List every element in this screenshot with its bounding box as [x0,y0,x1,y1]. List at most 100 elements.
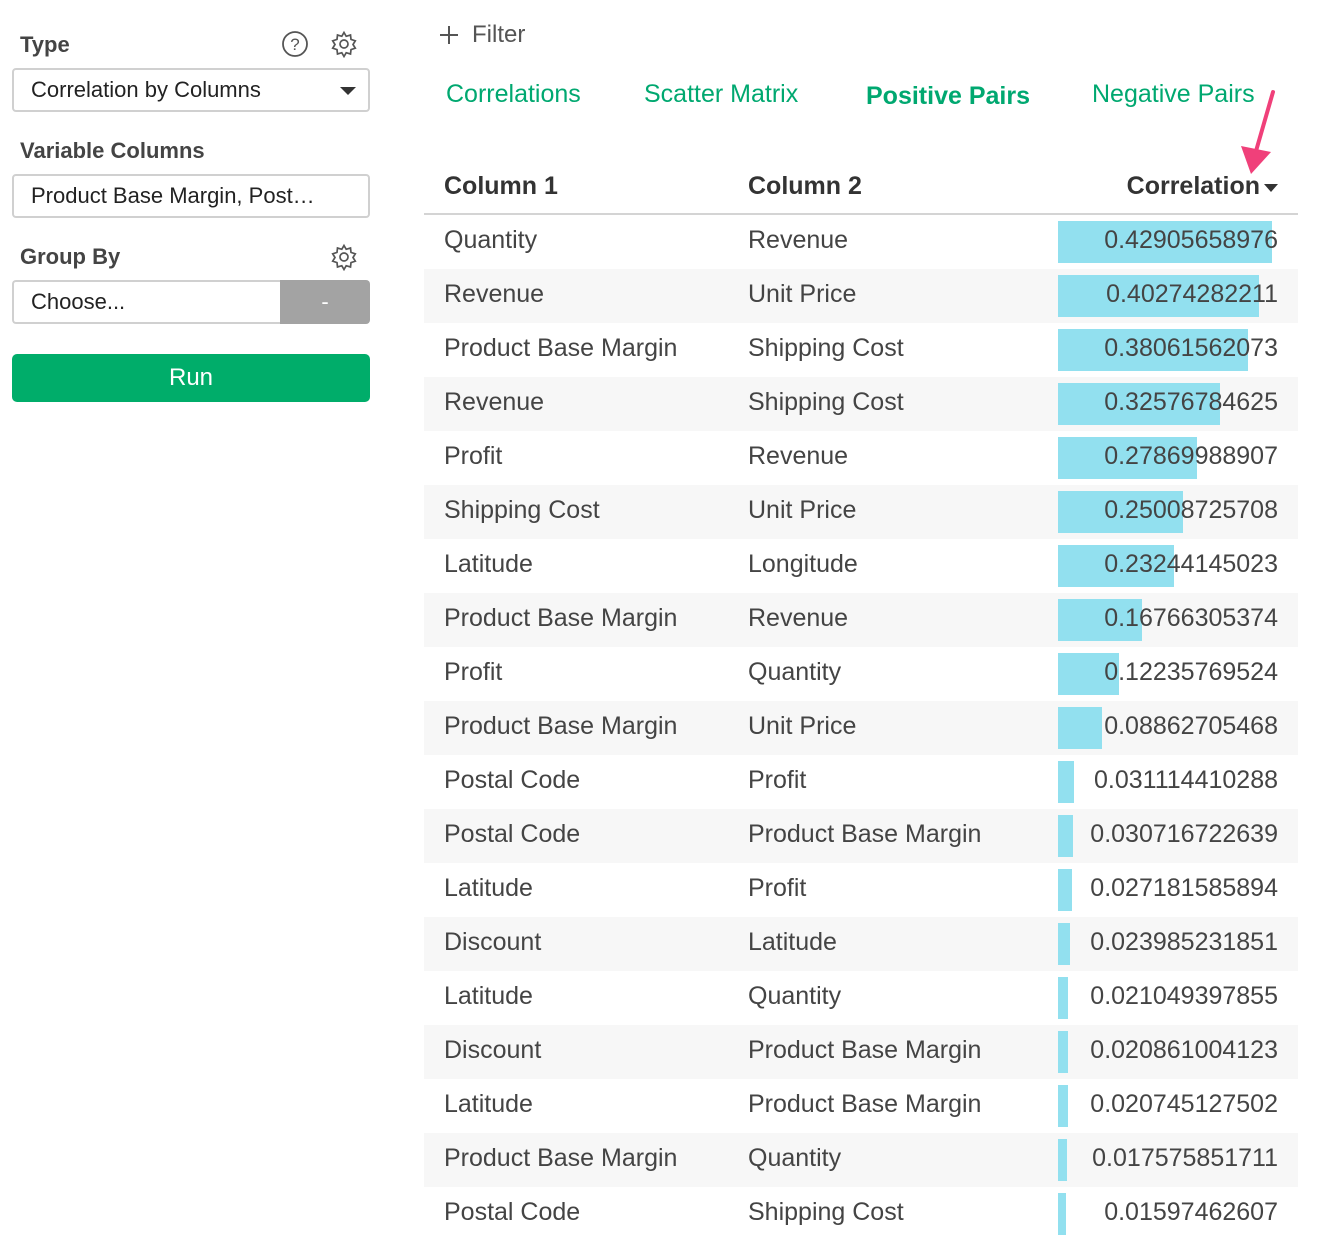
cell-column-2: Quantity [748,982,842,1010]
cell-column-2: Product Base Margin [748,1036,982,1064]
correlation-bar [1058,761,1074,803]
header-column-1[interactable]: Column 1 [444,172,558,201]
cell-column-2: Revenue [748,604,849,632]
cell-correlation: 0.020861004123 [1090,1036,1278,1064]
table-row: Product Base Margin Unit Price 0.088627054… [424,701,1298,755]
table-body: Quantity Revenue 0.42905658976 Revenue Unit … [424,215,1298,1241]
table-row: Postal Code Profit 0.031114410288 [424,755,1298,809]
correlation-bar [1058,1139,1067,1181]
cell-correlation: 0.32576784625 [1104,388,1278,416]
cell-column-1: Latitude [444,550,533,578]
cell-column-2: Profit [748,874,807,902]
cell-correlation: 0.020745127502 [1090,1090,1278,1118]
cell-column-1: Discount [444,928,542,956]
cell-column-2: Unit Price [748,712,857,740]
cell-correlation: 0.08862705468 [1104,712,1278,740]
cell-correlation: 0.40274282211 [1106,280,1278,308]
tab-bar: Correlations Scatter Matrix Positive Pai… [424,80,1298,124]
svg-text:?: ? [290,35,299,54]
variable-columns-field[interactable]: Product Base Margin, Post… [12,174,370,218]
type-label: Type [20,32,70,57]
run-button[interactable]: Run [12,354,370,402]
tab-correlations[interactable]: Correlations [446,80,581,109]
cell-column-1: Latitude [444,982,533,1010]
sort-desc-icon [1264,183,1278,192]
filter-button[interactable]: Filter [438,18,525,52]
cell-correlation: 0.031114410288 [1094,766,1278,794]
plus-icon [440,26,458,44]
header-column-2[interactable]: Column 2 [748,172,862,201]
cell-column-1: Revenue [444,280,545,308]
filter-label: Filter [472,21,526,48]
gear-icon[interactable] [330,30,358,58]
cell-column-1: Postal Code [444,1198,581,1226]
cell-column-2: Revenue [748,226,849,254]
cell-correlation: 0.23244145023 [1104,550,1278,578]
cell-column-2: Shipping Cost [748,388,904,416]
table-row: Revenue Shipping Cost 0.32576784625 [424,377,1298,431]
group-by-label: Group By [20,244,121,269]
variable-columns-value: Product Base Margin, Post… [31,183,315,208]
cell-column-1: Postal Code [444,766,581,794]
table-row: Discount Latitude 0.023985231851 [424,917,1298,971]
correlation-bar [1058,1085,1068,1127]
table-row: Quantity Revenue 0.42905658976 [424,215,1298,269]
cell-correlation: 0.27869988907 [1104,442,1278,470]
cell-column-1: Latitude [444,874,533,902]
cell-correlation: 0.25008725708 [1104,496,1278,524]
table-row: Latitude Quantity 0.021049397855 [424,971,1298,1025]
cell-column-1: Product Base Margin [444,334,678,362]
table-row: Product Base Margin Shipping Cost 0.380615… [424,323,1298,377]
cell-column-1: Shipping Cost [444,496,600,524]
correlation-bar [1058,815,1073,857]
cell-column-1: Discount [444,1036,542,1064]
tab-positive-pairs[interactable]: Positive Pairs [866,82,1030,111]
table-row: Discount Product Base Margin 0.02086100412… [424,1025,1298,1079]
cell-correlation: 0.030716722639 [1090,820,1278,848]
caret-down-icon [340,87,356,95]
cell-column-2: Longitude [748,550,858,578]
table-row: Postal Code Shipping Cost 0.01597462607 [424,1187,1298,1241]
group-by-select[interactable]: Choose... [12,280,282,324]
cell-correlation: 0.16766305374 [1104,604,1278,632]
positive-pairs-table: Column 1 Column 2 Correlation Quantity Re… [424,162,1298,1241]
tab-scatter-matrix[interactable]: Scatter Matrix [644,80,798,109]
correlation-bar [1058,707,1102,749]
cell-correlation: 0.021049397855 [1090,982,1278,1010]
cell-correlation: 0.023985231851 [1090,928,1278,956]
table-row: Revenue Unit Price 0.40274282211 [424,269,1298,323]
table-row: Postal Code Product Base Margin 0.03071672… [424,809,1298,863]
cell-column-1: Product Base Margin [444,1144,678,1172]
group-by-row: Choose... - [12,280,370,324]
cell-column-1: Latitude [444,1090,533,1118]
cell-correlation: 0.027181585894 [1090,874,1278,902]
table-row: Latitude Longitude 0.23244145023 [424,539,1298,593]
correlation-bar [1058,977,1068,1019]
cell-correlation: 0.38061562073 [1104,334,1278,362]
gear-icon[interactable] [330,243,358,271]
header-correlation[interactable]: Correlation [1127,172,1278,201]
cell-column-1: Profit [444,442,503,470]
header-correlation-label: Correlation [1126,172,1260,200]
table-header: Column 1 Column 2 Correlation [424,162,1298,215]
cell-column-2: Revenue [748,442,849,470]
help-icon[interactable]: ? [281,30,309,58]
cell-column-2: Unit Price [748,280,857,308]
variable-columns-label: Variable Columns [20,138,205,163]
type-select[interactable]: Correlation by Columns [12,68,370,112]
cell-column-2: Product Base Margin [748,1090,982,1118]
cell-correlation: 0.01597462607 [1104,1198,1278,1226]
cell-correlation: 0.017575851711 [1092,1144,1278,1172]
table-row: Profit Quantity 0.12235769524 [424,647,1298,701]
correlation-bar [1058,923,1070,965]
cell-column-2: Profit [748,766,807,794]
table-row: Product Base Margin Revenue 0.16766305374 [424,593,1298,647]
cell-column-2: Quantity [748,658,842,686]
cell-column-1: Quantity [444,226,538,254]
group-by-remove-button[interactable]: - [280,280,370,324]
correlation-bar [1058,1193,1066,1235]
cell-column-1: Product Base Margin [444,712,678,740]
cell-column-1: Revenue [444,388,545,416]
type-select-value: Correlation by Columns [31,77,261,102]
cell-correlation: 0.42905658976 [1104,226,1278,254]
